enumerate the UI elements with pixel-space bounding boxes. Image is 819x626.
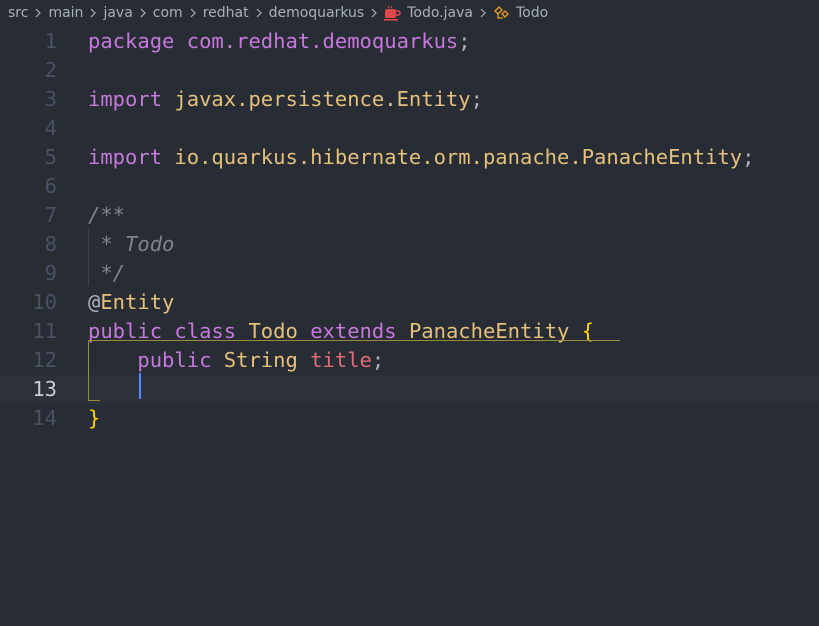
code-token: @ — [88, 290, 101, 314]
bracket-guide — [88, 400, 100, 401]
code-line[interactable]: 11 public class Todo extends PanacheEntit… — [0, 317, 819, 346]
code-token: io.quarkus.hibernate.orm.panache.Panache… — [174, 145, 743, 169]
breadcrumb-item-demoquarkus[interactable]: demoquarkus — [269, 5, 365, 21]
code-text: import io.quarkus.hibernate.orm.panache.… — [88, 143, 754, 172]
line-number: 7 — [44, 203, 57, 227]
code-token: import — [88, 87, 163, 111]
code-line[interactable]: 6 — [0, 172, 819, 201]
code-text: */ — [88, 259, 125, 288]
code-line[interactable]: 2 — [0, 56, 819, 85]
code-token: public — [137, 348, 212, 372]
line-number: 3 — [44, 87, 57, 111]
code-text: /** — [88, 201, 125, 230]
chevron-right-icon — [476, 6, 490, 20]
code-line[interactable]: 9 */ — [0, 259, 819, 288]
line-number: 4 — [44, 116, 57, 140]
code-token: * Todo — [88, 232, 175, 256]
code-token: import — [88, 145, 163, 169]
chevron-right-icon — [186, 6, 200, 20]
class-symbol-icon — [493, 5, 510, 21]
bracket-guide — [88, 340, 620, 341]
code-token: com.redhat.demoquarkus — [186, 29, 459, 53]
code-token: Entity — [100, 290, 175, 314]
breadcrumb: src main java com redhat demoquarkus Tod… — [0, 0, 819, 26]
java-file-icon — [384, 5, 402, 21]
code-line[interactable]: 14} — [0, 404, 819, 433]
line-number: 14 — [32, 406, 57, 430]
code-token: ; — [371, 348, 385, 372]
breadcrumb-item-java[interactable]: java — [103, 5, 132, 21]
line-number: 11 — [32, 319, 57, 343]
code-line[interactable]: 4 — [0, 114, 819, 143]
code-token: /** — [88, 203, 126, 227]
code-line[interactable]: 12 public String title; — [0, 346, 819, 375]
line-number: 5 — [44, 145, 57, 169]
breadcrumb-item-file[interactable]: Todo.java — [407, 5, 473, 21]
chevron-right-icon — [136, 6, 150, 20]
code-token: package — [88, 29, 175, 53]
line-number: 2 — [44, 58, 57, 82]
code-line[interactable]: 5 import io.quarkus.hibernate.orm.panache… — [0, 143, 819, 172]
chevron-right-icon — [367, 6, 381, 20]
code-text: import javax.persistence.Entity; — [88, 85, 483, 114]
line-number: 6 — [44, 174, 57, 198]
line-number: 9 — [44, 261, 57, 285]
code-text: } — [88, 404, 100, 433]
code-text: package com.redhat.demoquarkus; — [88, 27, 471, 56]
code-line[interactable]: 7 /** — [0, 201, 819, 230]
code-line[interactable]: 3 import javax.persistence.Entity; — [0, 85, 819, 114]
code-token: ; — [470, 87, 483, 111]
code-editor[interactable]: 1 package com.redhat.demoquarkus; 2 3 import… — [0, 26, 819, 626]
text-cursor — [139, 373, 141, 399]
code-token: ; — [458, 29, 471, 53]
chevron-right-icon — [31, 6, 45, 20]
indent-guide — [88, 228, 89, 286]
breadcrumb-item-main[interactable]: main — [48, 5, 83, 21]
line-number: 13 — [32, 377, 57, 401]
code-text: @Entity — [88, 288, 174, 317]
bracket-guide — [88, 340, 89, 400]
code-line[interactable]: 13 — [0, 375, 819, 404]
code-token: */ — [88, 261, 126, 285]
code-line[interactable]: 8 * Todo — [0, 230, 819, 259]
chevron-right-icon — [252, 6, 266, 20]
code-text: * Todo — [88, 230, 174, 259]
breadcrumb-item-src[interactable]: src — [8, 5, 28, 21]
breadcrumb-item-symbol[interactable]: Todo — [516, 5, 548, 21]
code-token: String — [223, 348, 298, 372]
breadcrumb-item-redhat[interactable]: redhat — [203, 5, 249, 21]
line-number: 12 — [32, 348, 57, 372]
code-token: } — [88, 406, 101, 430]
code-line[interactable]: 10 @Entity — [0, 288, 819, 317]
line-number: 8 — [44, 232, 57, 256]
breadcrumb-item-com[interactable]: com — [153, 5, 183, 21]
code-line[interactable]: 1 package com.redhat.demoquarkus; — [0, 27, 819, 56]
chevron-right-icon — [86, 6, 100, 20]
code-text: public class Todo extends PanacheEntity … — [88, 317, 594, 346]
line-number: 10 — [32, 290, 57, 314]
code-text: public String title; — [88, 346, 384, 375]
code-token: ; — [742, 145, 755, 169]
line-number: 1 — [44, 29, 57, 53]
code-token: javax.persistence.Entity — [174, 87, 471, 111]
code-token: title — [310, 348, 372, 372]
